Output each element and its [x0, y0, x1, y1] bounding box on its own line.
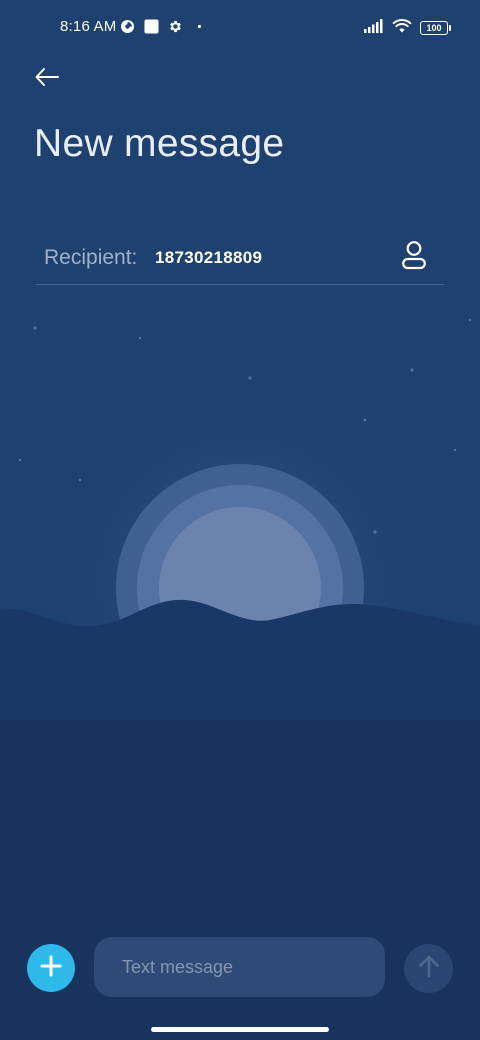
status-left-icons [120, 19, 207, 38]
night-sky-illustration [0, 318, 480, 730]
new-message-screen: 8:16 AM 100 New message Recipient: 18730… [0, 0, 480, 1040]
recipient-value[interactable]: 18730218809 [155, 248, 262, 268]
add-attachment-button[interactable] [27, 944, 75, 992]
recipient-label: Recipient: [44, 246, 138, 269]
status-right-icons: 100 [364, 18, 451, 37]
page-title: New message [34, 122, 285, 165]
recipient-field[interactable]: Recipient: 18730218809 [36, 232, 444, 285]
home-indicator[interactable] [151, 1027, 329, 1032]
status-bar: 8:16 AM 100 [0, 0, 480, 56]
dot-icon [192, 19, 207, 38]
contact-picker-button[interactable] [398, 240, 430, 274]
text-message-input[interactable] [94, 937, 385, 997]
signal-bars-icon [364, 18, 384, 37]
plus-icon [39, 954, 63, 983]
status-time: 8:16 AM [60, 18, 117, 35]
back-button[interactable] [30, 62, 64, 96]
battery-icon: 100 [420, 20, 451, 35]
square-notification-icon [144, 19, 159, 38]
send-button[interactable] [404, 944, 453, 993]
arrow-up-icon [418, 954, 440, 983]
arrow-left-icon [34, 67, 60, 92]
data-saver-icon [120, 19, 135, 38]
wifi-icon [392, 18, 412, 37]
settings-gear-icon [168, 19, 183, 38]
person-icon [400, 240, 428, 275]
